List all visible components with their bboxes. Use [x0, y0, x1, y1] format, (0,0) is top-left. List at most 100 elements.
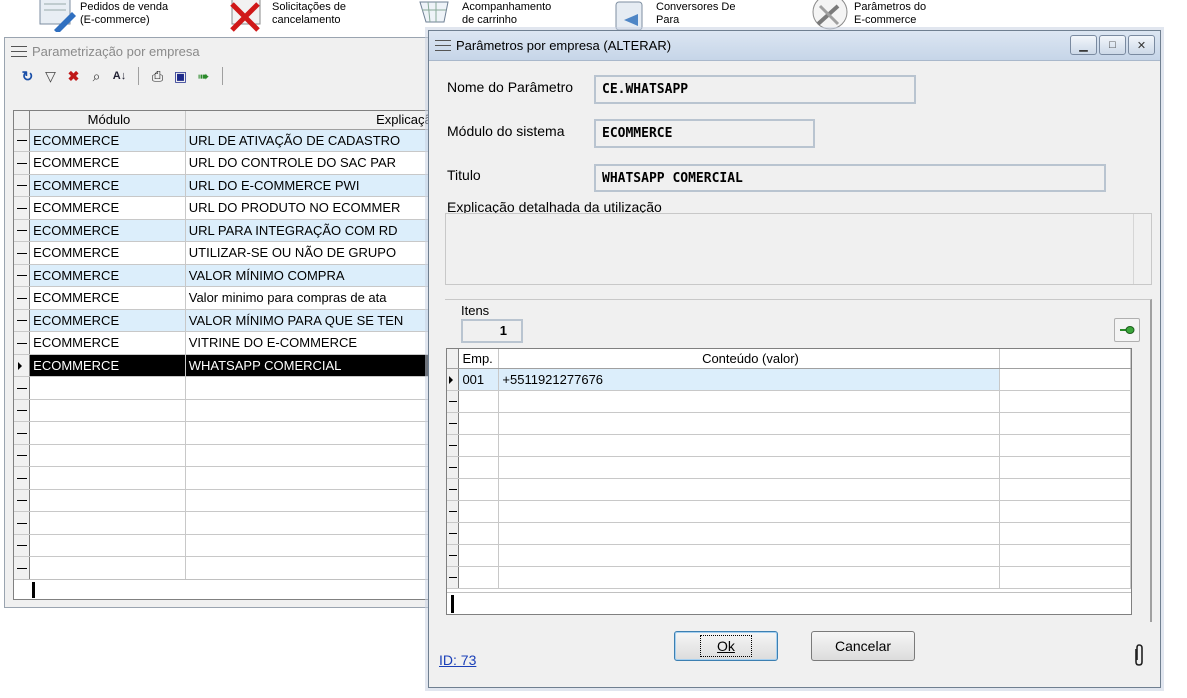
cell-explicacao[interactable] — [185, 511, 440, 535]
table-row[interactable] — [447, 544, 1131, 567]
explicacao-textarea[interactable] — [445, 213, 1152, 285]
table-row[interactable]: ECOMMERCE URL DE ATIVAÇÃO DE CADASTRO — [14, 129, 440, 152]
row-indicator[interactable] — [14, 151, 31, 175]
cell-modulo[interactable]: ECOMMERCE — [29, 151, 186, 175]
row-indicator[interactable] — [14, 286, 31, 310]
filter-icon[interactable]: ▽ — [42, 68, 59, 85]
titulo-field[interactable]: WHATSAPP COMERCIAL — [594, 164, 1106, 192]
cell-modulo[interactable]: ECOMMERCE — [29, 129, 186, 152]
cell-explicacao[interactable] — [185, 489, 440, 512]
cell-explicacao[interactable]: URL DO E-COMMERCE PWI — [185, 174, 440, 197]
row-indicator[interactable] — [447, 368, 460, 391]
export-items-button[interactable] — [1114, 318, 1140, 342]
table-row[interactable]: ECOMMERCE UTILIZAR-SE OU NÃO DE GRUPO — [14, 241, 440, 265]
cell-modulo[interactable] — [29, 534, 186, 557]
row-indicator[interactable] — [447, 522, 460, 545]
row-indicator[interactable] — [14, 489, 31, 512]
table-row[interactable] — [447, 500, 1131, 523]
row-indicator[interactable] — [14, 556, 31, 580]
refresh-icon[interactable]: ↻ — [19, 68, 36, 85]
launcher-converters[interactable]: Conversores De Para — [612, 0, 735, 34]
table-row[interactable]: 001 +5511921277676 — [447, 368, 1131, 391]
cell-emp[interactable] — [458, 544, 500, 567]
cell-emp[interactable] — [458, 500, 500, 523]
cell-explicacao[interactable] — [185, 376, 440, 400]
row-indicator[interactable] — [447, 390, 460, 413]
modulo-sistema-field[interactable]: ECOMMERCE — [594, 119, 815, 148]
itens-grid[interactable]: Emp. Conteúdo (valor) 001 +5511921277676 — [446, 348, 1132, 615]
table-row[interactable]: ECOMMERCE WHATSAPP COMERCIAL — [14, 354, 440, 377]
cell-emp[interactable] — [458, 434, 500, 457]
cell-valor[interactable] — [498, 434, 1000, 457]
cell-valor[interactable]: +5511921277676 — [498, 368, 1000, 391]
cell-empty[interactable] — [999, 500, 1131, 523]
table-row[interactable]: ECOMMERCE URL PARA INTEGRAÇÃO COM RD — [14, 219, 440, 242]
cell-emp[interactable] — [458, 390, 500, 413]
sort-icon[interactable]: A↓ — [111, 68, 128, 85]
cell-explicacao[interactable]: URL DO PRODUTO NO ECOMMER — [185, 196, 440, 220]
table-row[interactable] — [14, 421, 440, 445]
table-row[interactable]: ECOMMERCE URL DO E-COMMERCE PWI — [14, 174, 440, 197]
launcher-sales-orders[interactable]: Pedidos de venda (E-commerce) — [36, 0, 168, 34]
column-header-conteudo[interactable]: Conteúdo (valor) — [498, 349, 1000, 369]
cell-explicacao[interactable]: Valor minimo para compras de ata — [185, 286, 440, 310]
cell-valor[interactable] — [498, 566, 1000, 589]
cell-modulo[interactable] — [29, 489, 186, 512]
table-row[interactable] — [14, 511, 440, 535]
cell-modulo[interactable]: ECOMMERCE — [29, 219, 186, 242]
cell-explicacao[interactable] — [185, 534, 440, 557]
search-icon[interactable]: ⌕ — [88, 68, 105, 85]
row-indicator[interactable] — [447, 566, 460, 589]
row-indicator[interactable] — [14, 331, 31, 355]
cell-explicacao[interactable]: WHATSAPP COMERCIAL — [185, 354, 440, 377]
memo-scrollbar[interactable] — [1133, 214, 1151, 284]
table-row[interactable] — [447, 478, 1131, 501]
cell-empty[interactable] — [999, 434, 1131, 457]
cell-explicacao[interactable]: VITRINE DO E-COMMERCE — [185, 331, 440, 355]
cell-valor[interactable] — [498, 456, 1000, 479]
menu-icon[interactable] — [11, 45, 27, 57]
table-row[interactable] — [14, 399, 440, 422]
cell-modulo[interactable]: ECOMMERCE — [29, 196, 186, 220]
cell-emp[interactable] — [458, 478, 500, 501]
launcher-ecommerce-params[interactable]: Parâmetros do E-commerce — [810, 0, 926, 34]
cell-modulo[interactable] — [29, 421, 186, 445]
table-row[interactable]: ECOMMERCE URL DO PRODUTO NO ECOMMER — [14, 196, 440, 220]
row-indicator[interactable] — [447, 500, 460, 523]
table-row[interactable] — [14, 376, 440, 400]
cell-emp[interactable] — [458, 566, 500, 589]
row-indicator[interactable] — [447, 434, 460, 457]
table-row[interactable] — [447, 566, 1131, 589]
launcher-cart-tracking[interactable]: Acompanhamento de carrinho — [418, 0, 551, 34]
row-indicator[interactable] — [14, 196, 31, 220]
cell-modulo[interactable]: ECOMMERCE — [29, 354, 186, 377]
menu-icon[interactable] — [435, 40, 451, 51]
row-indicator[interactable] — [14, 534, 31, 557]
cell-empty[interactable] — [999, 390, 1131, 413]
cell-valor[interactable] — [498, 500, 1000, 523]
export-icon[interactable]: ➠ — [195, 68, 212, 85]
row-indicator[interactable] — [14, 511, 31, 535]
maximize-button[interactable]: □ — [1099, 35, 1126, 55]
row-indicator[interactable] — [447, 478, 460, 501]
table-row[interactable]: ECOMMERCE VALOR MÍNIMO COMPRA — [14, 264, 440, 287]
cell-explicacao[interactable] — [185, 466, 440, 490]
table-row[interactable] — [447, 434, 1131, 457]
cell-explicacao[interactable]: UTILIZAR-SE OU NÃO DE GRUPO — [185, 241, 440, 265]
cell-valor[interactable] — [498, 544, 1000, 567]
print-icon[interactable]: ⎙ — [149, 68, 166, 85]
cell-explicacao[interactable]: VALOR MÍNIMO PARA QUE SE TEN — [185, 309, 440, 332]
row-indicator[interactable] — [14, 354, 31, 377]
row-indicator[interactable] — [14, 444, 31, 467]
cell-valor[interactable] — [498, 522, 1000, 545]
cell-empty[interactable] — [999, 522, 1131, 545]
table-row[interactable] — [14, 444, 440, 467]
cancel-button[interactable]: Cancelar — [811, 631, 915, 661]
cell-modulo[interactable] — [29, 399, 186, 422]
cell-explicacao[interactable]: URL DE ATIVAÇÃO DE CADASTRO — [185, 129, 440, 152]
table-row[interactable]: ECOMMERCE VITRINE DO E-COMMERCE — [14, 331, 440, 355]
cell-empty[interactable] — [999, 456, 1131, 479]
column-header-explicacao[interactable]: Explicação — [185, 111, 440, 130]
table-row[interactable] — [447, 390, 1131, 413]
row-indicator[interactable] — [14, 264, 31, 287]
